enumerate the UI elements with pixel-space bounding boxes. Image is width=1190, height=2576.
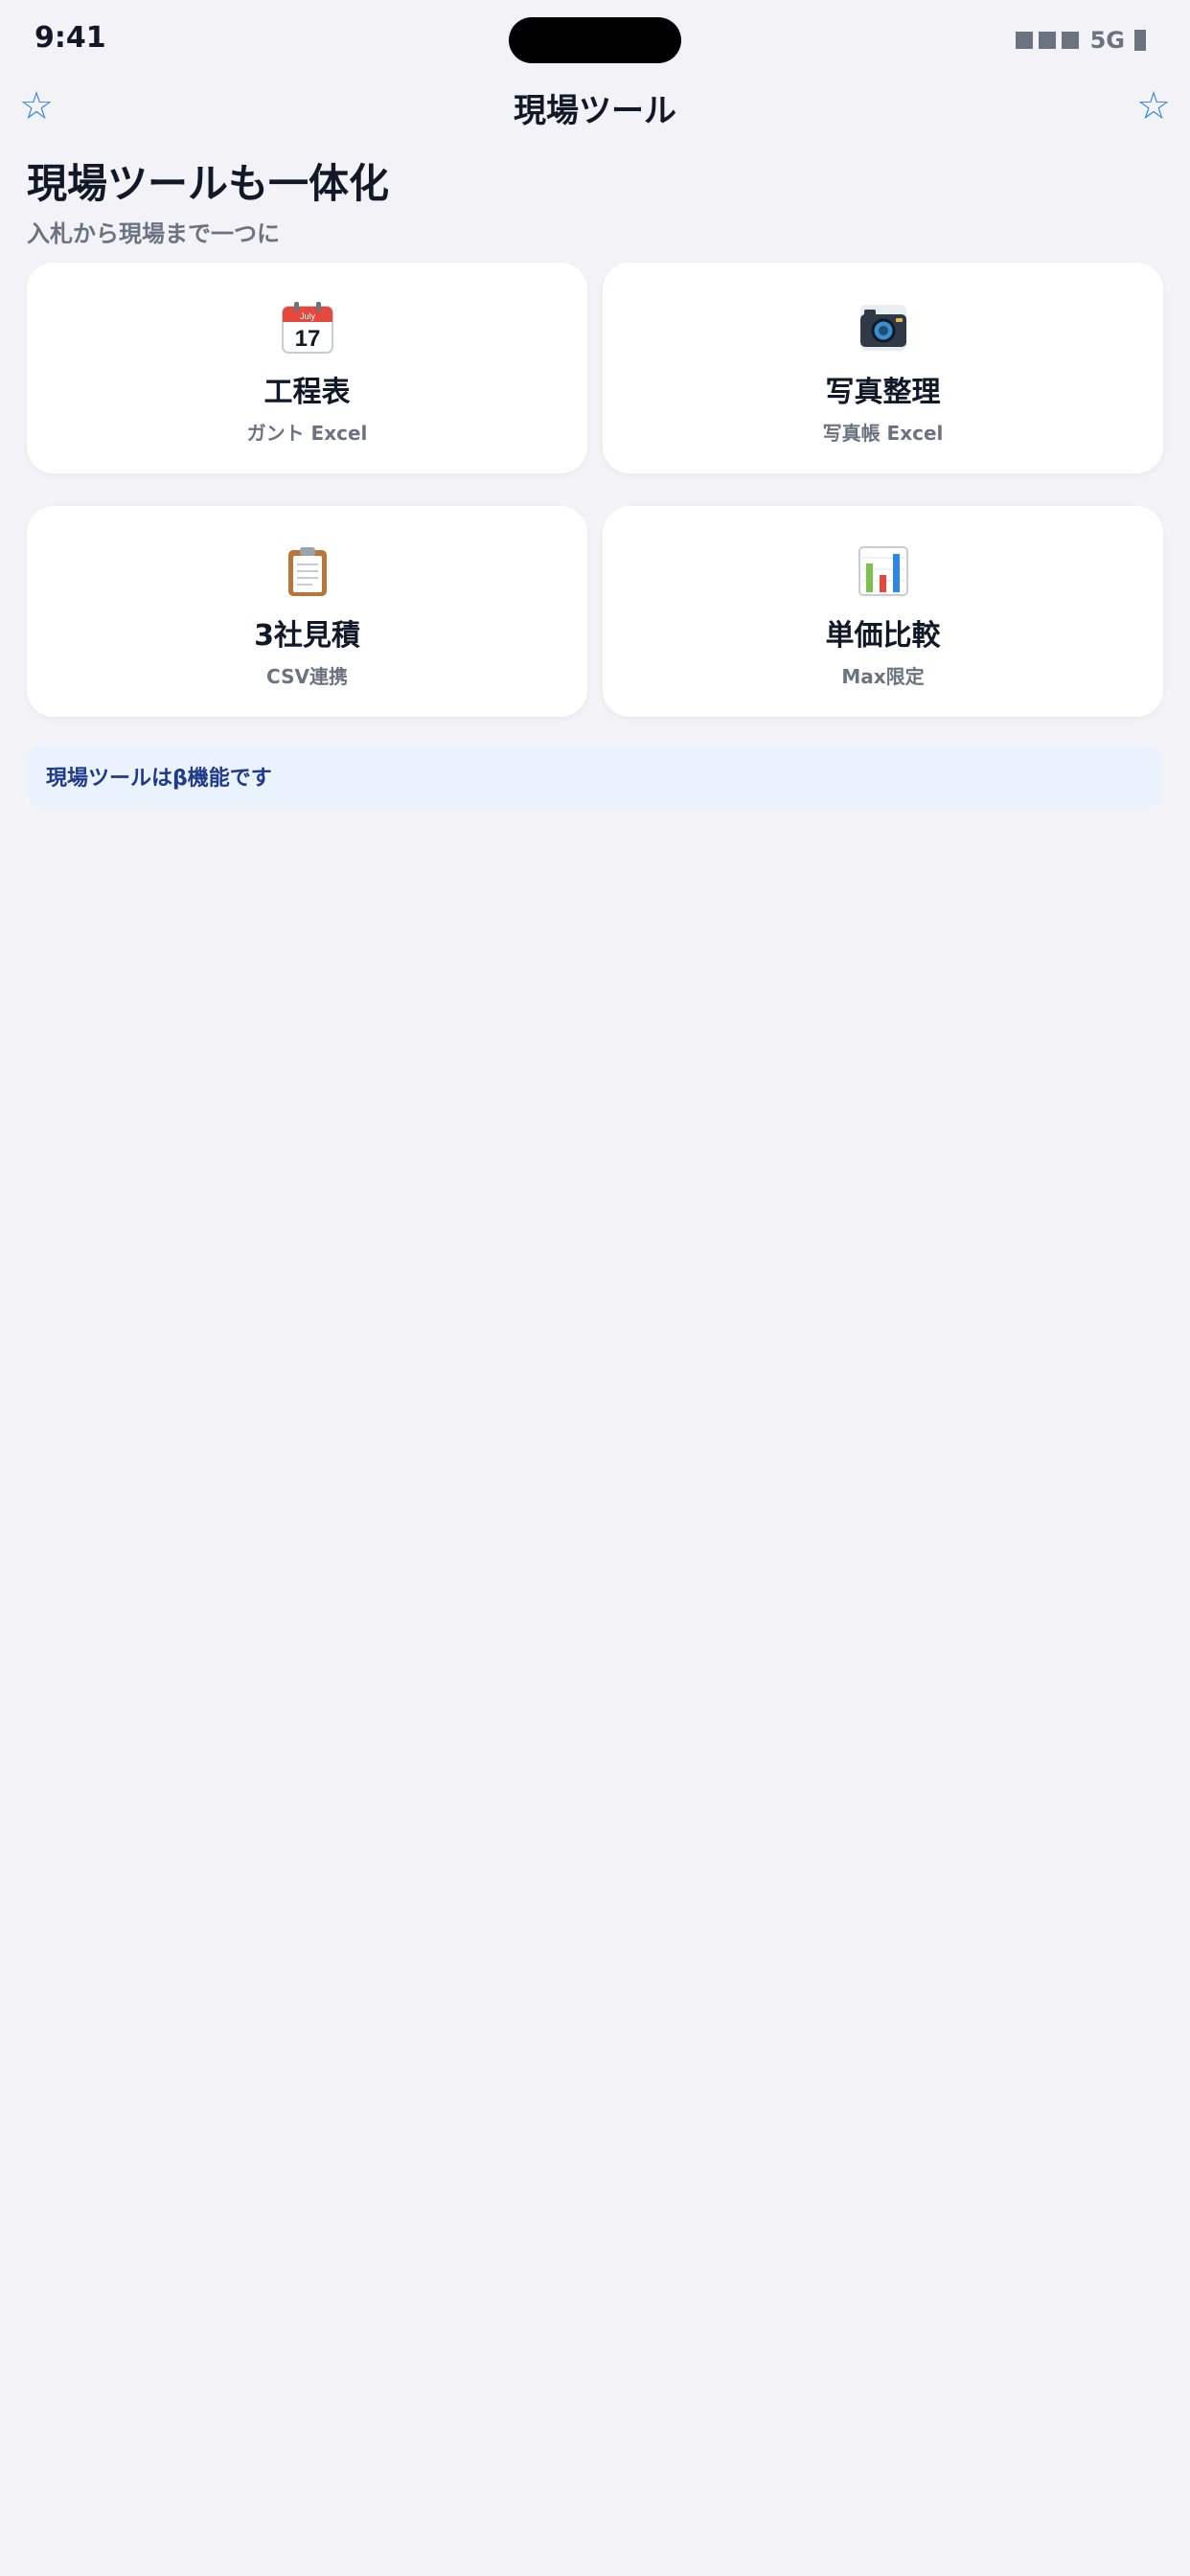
tool-card-price-compare[interactable]: 単価比較 Max限定 (603, 506, 1163, 717)
status-indicators: 5G (1015, 27, 1146, 54)
card-subtitle: CSV連携 (266, 665, 348, 688)
beta-banner-text: 現場ツールはβ機能です (46, 767, 272, 791)
nav-title: 現場ツール (514, 92, 676, 130)
page-title: 現場ツールも一体化 (27, 160, 390, 207)
card-title: 単価比較 (825, 619, 941, 653)
tool-card-schedule[interactable]: July 17 工程表 ガント Excel (27, 263, 587, 473)
card-subtitle: Max限定 (841, 665, 925, 688)
card-title: 工程表 (263, 376, 351, 409)
calendar-month: July (299, 311, 315, 321)
tool-card-quotes[interactable]: 3社見積 CSV連携 (27, 506, 587, 717)
card-title: 写真整理 (825, 376, 941, 409)
card-subtitle: 写真帳 Excel (822, 422, 944, 445)
page-subtitle: 入札から現場まで一つに (27, 220, 280, 247)
signal-icon (1015, 32, 1033, 49)
tool-card-photos[interactable]: 写真整理 写真帳 Excel (603, 263, 1163, 473)
card-subtitle: ガント Excel (246, 422, 368, 445)
bar-chart-icon (857, 544, 910, 598)
clipboard-icon (281, 544, 334, 598)
signal-icon (1061, 32, 1079, 49)
star-outline-icon[interactable]: ☆ (1133, 80, 1175, 132)
calendar-day: 17 (294, 326, 320, 352)
dynamic-island (509, 17, 681, 63)
calendar-icon: July 17 (281, 301, 334, 355)
screen: 9:41 5G ☆ 現場ツール ☆ 現場ツールも一体化 入札から現場まで一つに … (0, 0, 1190, 2576)
card-title: 3社見積 (254, 619, 360, 653)
network-label: 5G (1089, 27, 1125, 54)
status-bar: 9:41 5G (0, 0, 1190, 80)
camera-icon (857, 301, 910, 355)
status-time: 9:41 (34, 21, 106, 55)
nav-bar: ☆ 現場ツール ☆ (0, 80, 1190, 132)
beta-banner: 現場ツールはβ機能です (27, 746, 1162, 807)
battery-icon (1134, 30, 1146, 51)
signal-icon (1038, 32, 1056, 49)
